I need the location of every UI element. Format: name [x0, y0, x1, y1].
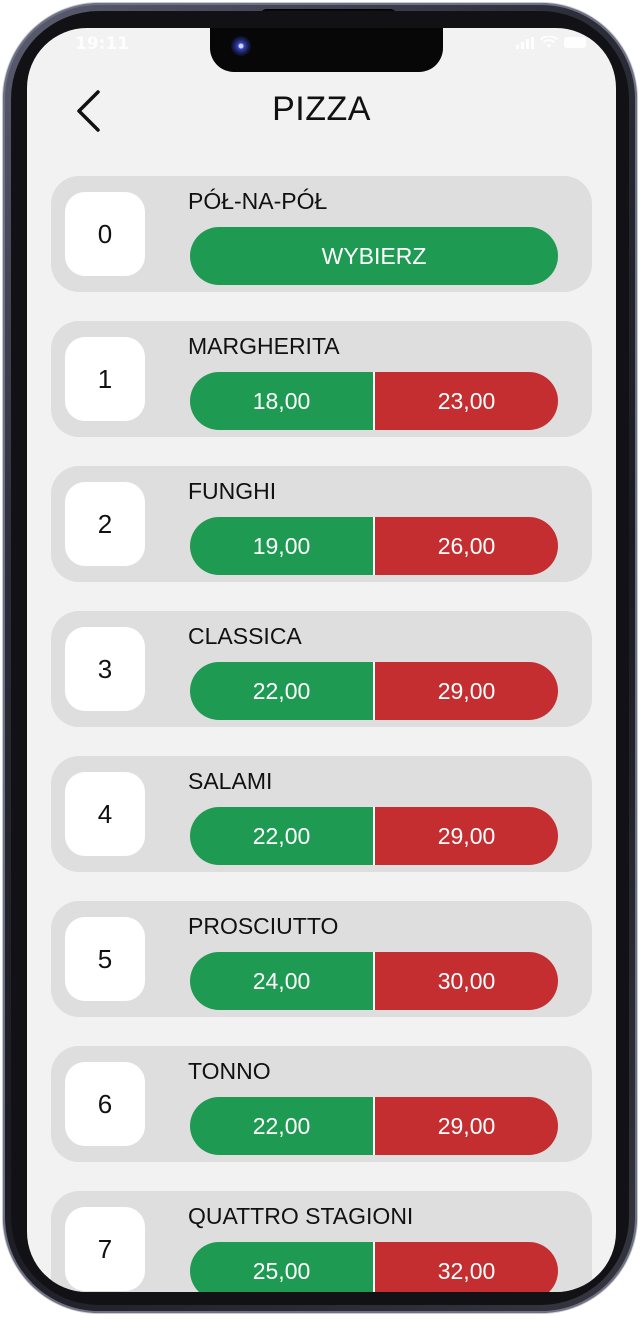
price-row: 18,00 23,00 — [190, 372, 558, 430]
menu-item-0: 0 PÓŁ-NA-PÓŁ WYBIERZ — [51, 176, 592, 292]
price-small-button[interactable]: 18,00 — [190, 372, 373, 430]
item-number: 6 — [65, 1062, 145, 1146]
price-large-button[interactable]: 26,00 — [373, 517, 558, 575]
app-screen: 19:11 PIZZA 0 PÓŁ-NA-PÓŁ WYBIERZ 1 MARGH… — [27, 28, 616, 1292]
price-row: 24,00 30,00 — [190, 952, 558, 1010]
price-row: 22,00 29,00 — [190, 662, 558, 720]
price-small-button[interactable]: 22,00 — [190, 662, 373, 720]
menu-item-3: 3 CLASSICA 22,00 29,00 — [51, 611, 592, 727]
camera-icon — [231, 36, 251, 56]
status-icons — [516, 36, 586, 49]
price-small-button[interactable]: 25,00 — [190, 1242, 373, 1292]
item-name: PÓŁ-NA-PÓŁ — [188, 188, 328, 214]
select-button[interactable]: WYBIERZ — [190, 227, 558, 285]
item-name: SALAMI — [188, 768, 273, 794]
price-large-button[interactable]: 23,00 — [373, 372, 558, 430]
price-small-button[interactable]: 19,00 — [190, 517, 373, 575]
action-row: WYBIERZ — [190, 227, 558, 285]
item-number: 7 — [65, 1207, 145, 1291]
price-large-button[interactable]: 30,00 — [373, 952, 558, 1010]
item-name: MARGHERITA — [188, 333, 340, 359]
item-number: 0 — [65, 192, 145, 276]
battery-icon — [564, 37, 586, 48]
item-name: TONNO — [188, 1058, 271, 1084]
price-row: 22,00 29,00 — [190, 1097, 558, 1155]
page-title: PIZZA — [272, 90, 371, 128]
notch — [210, 28, 443, 72]
menu-item-2: 2 FUNGHI 19,00 26,00 — [51, 466, 592, 582]
menu-item-5: 5 PROSCIUTTO 24,00 30,00 — [51, 901, 592, 1017]
item-number: 3 — [65, 627, 145, 711]
menu-item-1: 1 MARGHERITA 18,00 23,00 — [51, 321, 592, 437]
menu-item-6: 6 TONNO 22,00 29,00 — [51, 1046, 592, 1162]
price-large-button[interactable]: 29,00 — [373, 807, 558, 865]
menu-item-7: 7 QUATTRO STAGIONI 25,00 32,00 — [51, 1191, 592, 1292]
item-number: 1 — [65, 337, 145, 421]
signal-icon — [516, 36, 534, 49]
item-number: 5 — [65, 917, 145, 1001]
menu-item-4: 4 SALAMI 22,00 29,00 — [51, 756, 592, 872]
item-name: CLASSICA — [188, 623, 302, 649]
price-row: 22,00 29,00 — [190, 807, 558, 865]
price-row: 25,00 32,00 — [190, 1242, 558, 1292]
price-large-button[interactable]: 29,00 — [373, 662, 558, 720]
price-small-button[interactable]: 22,00 — [190, 1097, 373, 1155]
item-name: PROSCIUTTO — [188, 913, 339, 939]
status-time: 19:11 — [75, 34, 130, 54]
price-large-button[interactable]: 29,00 — [373, 1097, 558, 1155]
header: PIZZA — [27, 78, 616, 148]
price-row: 19,00 26,00 — [190, 517, 558, 575]
item-number: 4 — [65, 772, 145, 856]
price-small-button[interactable]: 22,00 — [190, 807, 373, 865]
price-small-button[interactable]: 24,00 — [190, 952, 373, 1010]
item-name: QUATTRO STAGIONI — [188, 1203, 414, 1229]
item-name: FUNGHI — [188, 478, 277, 504]
wifi-icon — [540, 36, 558, 48]
price-large-button[interactable]: 32,00 — [373, 1242, 558, 1292]
item-number: 2 — [65, 482, 145, 566]
